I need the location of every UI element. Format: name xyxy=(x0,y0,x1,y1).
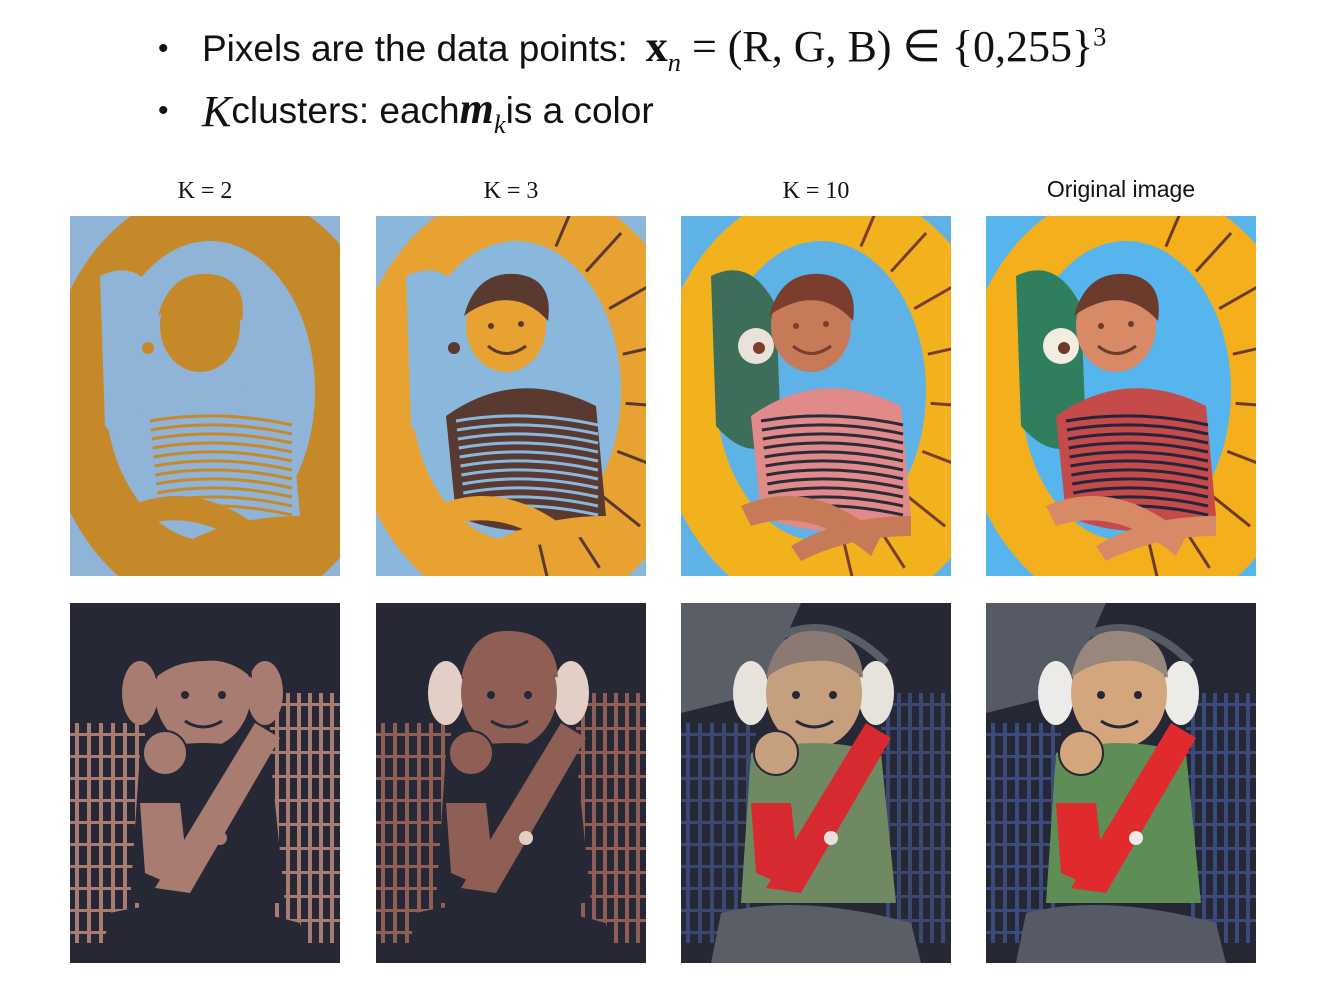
column-label-k2: K = 2 xyxy=(177,178,233,204)
pixel-formula: xn = (R, G, B) ∈ {0,255}3 xyxy=(646,21,1107,78)
formula-superscript: 3 xyxy=(1093,20,1107,51)
bullet-dot-icon: • xyxy=(158,94,169,127)
mean-subscript: k xyxy=(493,108,506,139)
formula-variable: x xyxy=(645,21,668,71)
image-boy-inflatable-k10 xyxy=(681,216,951,576)
k-symbol: K xyxy=(202,86,232,136)
bullet-text: clusters: each xyxy=(231,90,460,131)
image-boy-seat-k2 xyxy=(70,603,340,963)
image-boy-inflatable-original xyxy=(986,216,1256,576)
formula-rest: = (R, G, B) ∈ {0,255} xyxy=(680,21,1094,71)
image-boy-seat-k3 xyxy=(376,603,646,963)
bullet-dot-icon: • xyxy=(158,32,169,65)
formula-subscript: n xyxy=(667,46,681,77)
image-boy-inflatable-k3 xyxy=(376,216,646,576)
mean-symbol: m xyxy=(459,83,494,133)
column-label-original: Original image xyxy=(1046,176,1196,202)
bullet-item-pixels: • Pixels are the data points: xn = (R, G… xyxy=(158,18,1106,80)
image-boy-seat-original xyxy=(986,603,1256,963)
bullet-item-clusters: • K clusters: each mk is a color xyxy=(158,80,1106,142)
bullet-text-end: is a color xyxy=(505,90,654,131)
image-boy-seat-k10 xyxy=(681,603,951,963)
bullet-list: • Pixels are the data points: xn = (R, G… xyxy=(158,18,1106,142)
column-label-k3: K = 3 xyxy=(483,178,539,204)
column-label-k10: K = 10 xyxy=(782,178,850,204)
bullet-text: Pixels are the data points: xyxy=(202,28,628,69)
image-boy-inflatable-k2 xyxy=(70,216,340,576)
